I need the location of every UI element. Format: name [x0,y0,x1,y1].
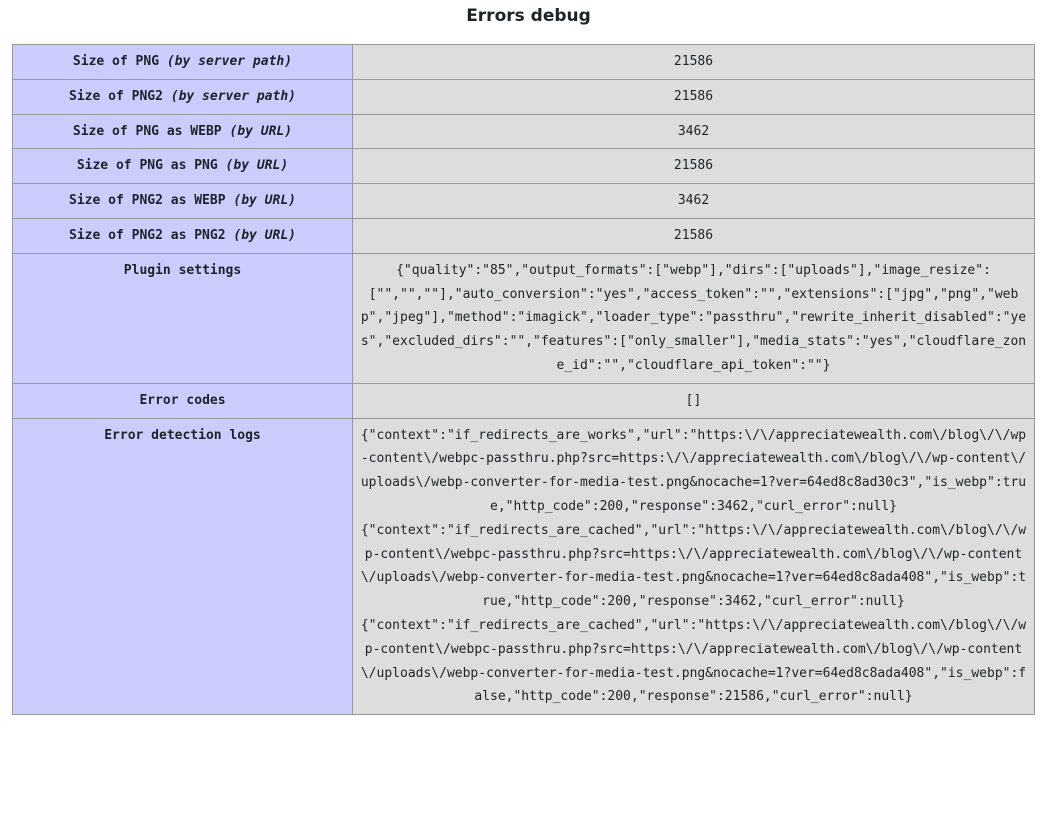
row-label: Size of PNG2 as PNG2 (by URL) [12,217,353,254]
table-row: Size of PNG as WEBP (by URL) 3462 [12,113,1035,150]
error-logs-value: {"context":"if_redirects_are_works","url… [352,417,1035,716]
error-codes-value: [] [352,382,1035,419]
errors-debug-table: Size of PNG (by server path) 21586 Size … [12,44,1035,716]
row-value: 21586 [352,217,1035,254]
plugin-settings-label: Plugin settings [12,252,353,384]
row-label: Size of PNG2 as WEBP (by URL) [12,183,353,219]
row-label-text: Size of PNG [72,54,167,69]
row-label-qualifier: (by server path) [170,88,296,104]
log-entry: {"context":"if_redirects_are_works","url… [360,427,1027,514]
row-label-qualifier: (by URL) [233,193,296,209]
row-value: 21586 [352,44,1035,80]
log-entry: {"context":"if_redirects_are_cached","ur… [360,522,1027,610]
row-label: Size of PNG2 (by server path) [12,78,353,115]
row-label-text: Size of PNG2 [69,88,171,104]
row-value: 3462 [352,113,1035,150]
row-label-text: Size of PNG as PNG [76,158,226,174]
row-label: Size of PNG as WEBP (by URL) [12,113,353,150]
table-row: Size of PNG (by server path) 21586 [12,44,1035,80]
error-codes-row: Error codes [] [12,382,1035,419]
table-row: Size of PNG2 as PNG2 (by URL) 21586 [12,217,1035,254]
table-row: Size of PNG2 (by server path) 21586 [12,78,1035,115]
error-logs-row: Error detection logs {"context":"if_redi… [12,417,1035,716]
row-label-qualifier: (by URL) [229,123,293,139]
row-label-qualifier: (by URL) [233,227,296,243]
row-label-text: Size of PNG2 as WEBP [69,193,234,209]
error-logs-label: Error detection logs [12,417,353,716]
row-label-qualifier: (by server path) [166,54,293,69]
row-label-text: Size of PNG as WEBP [72,123,230,139]
error-codes-label: Error codes [12,382,353,419]
row-value: 3462 [352,183,1035,219]
log-entry: {"context":"if_redirects_are_cached","ur… [360,617,1027,705]
row-label: Size of PNG (by server path) [12,44,353,80]
row-label-text: Size of PNG2 as PNG2 [69,227,234,243]
page-title: Errors debug [466,6,591,26]
plugin-settings-row: Plugin settings {"quality":"85","output_… [12,252,1035,384]
table-row: Size of PNG as PNG (by URL) 21586 [12,148,1035,185]
row-label-qualifier: (by URL) [225,158,289,174]
row-value: 21586 [352,78,1035,115]
row-value: 21586 [352,148,1035,185]
plugin-settings-value: {"quality":"85","output_formats":["webp"… [352,252,1035,384]
row-label: Size of PNG as PNG (by URL) [12,148,353,185]
table-row: Size of PNG2 as WEBP (by URL) 3462 [12,183,1035,219]
